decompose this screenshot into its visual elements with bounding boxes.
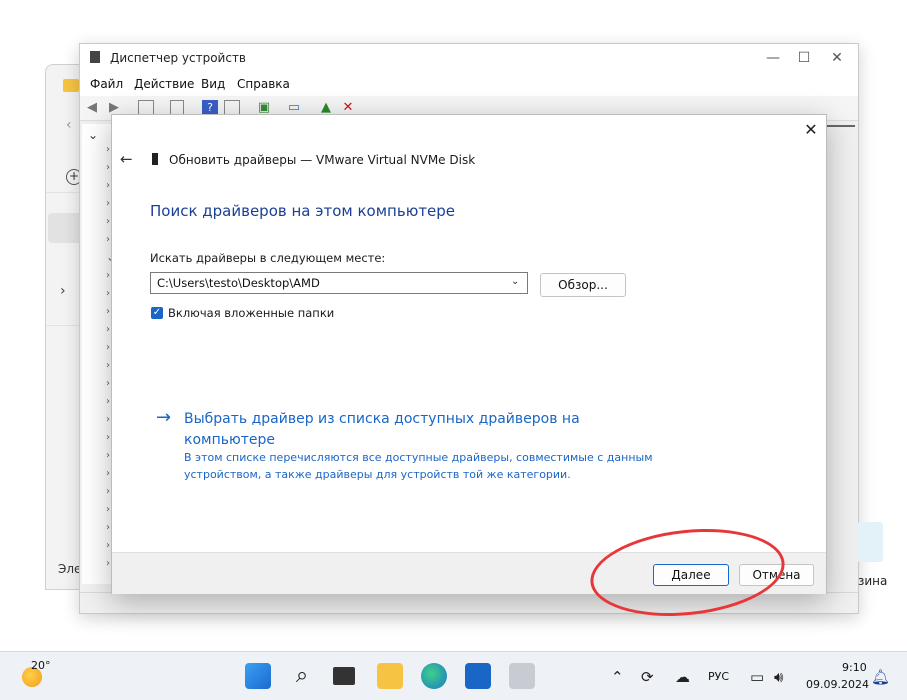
chevron-down-icon[interactable]: ⌄ <box>511 276 519 287</box>
microsoft-store-icon[interactable] <box>465 663 491 689</box>
recycle-bin-label: зина <box>858 574 888 588</box>
taskbar: 20° ⌕ ⌃ ⟳ ☁ РУС ▭ 🔊︎ 9:10 09.09.2024 🔔︎ <box>0 651 907 700</box>
menu-file[interactable]: Файл <box>90 77 123 91</box>
tree-node-chevron-icon[interactable]: › <box>106 270 110 281</box>
arrow-right-icon[interactable]: → <box>156 407 171 428</box>
path-combobox[interactable]: C:\Users\testo\Desktop\AMD ⌄ <box>150 272 528 294</box>
tree-node-chevron-icon[interactable]: › <box>106 216 110 227</box>
menu-help[interactable]: Справка <box>237 77 290 91</box>
search-icon[interactable]: ⌕ <box>289 663 315 689</box>
device-manager-icon <box>90 51 100 63</box>
back-icon[interactable]: ◀ <box>84 100 100 116</box>
search-location-label: Искать драйверы в следующем месте: <box>150 251 386 265</box>
page-heading: Поиск драйверов на этом компьютере <box>150 202 456 220</box>
folder-icon <box>63 79 79 92</box>
close-button[interactable]: ✕ <box>822 49 852 67</box>
tree-node-chevron-icon[interactable]: › <box>106 396 110 407</box>
weather-temperature[interactable]: 20° <box>31 659 51 672</box>
tree-node-chevron-icon[interactable]: › <box>106 360 110 371</box>
tree-node-chevron-icon[interactable]: › <box>106 288 110 299</box>
pick-driver-description: В этом списке перечисляются все доступны… <box>184 451 653 481</box>
tree-node-chevron-icon[interactable]: › <box>106 486 110 497</box>
title-bar: Диспетчер устройств — ☐ ✕ <box>80 44 858 72</box>
menu-view[interactable]: Вид <box>201 77 225 91</box>
pick-driver-link[interactable]: Выбрать драйвер из списка доступных драй… <box>184 409 614 451</box>
include-subfolders-checkbox[interactable]: ✓ <box>151 307 163 319</box>
tree-node-chevron-icon[interactable]: › <box>106 180 110 191</box>
volume-icon[interactable]: 🔊︎ <box>774 668 783 686</box>
path-value: C:\Users\testo\Desktop\AMD <box>157 276 320 290</box>
include-subfolders-label: Включая вложенные папки <box>168 306 335 320</box>
tree-node-chevron-icon[interactable]: › <box>106 198 110 209</box>
tree-node-chevron-icon[interactable]: › <box>106 306 110 317</box>
window-title: Диспетчер устройств <box>110 51 247 65</box>
tree-node-chevron-icon[interactable]: › <box>106 144 110 155</box>
menu-bar: Файл Действие Вид Справка <box>80 72 858 96</box>
clock-time[interactable]: 9:10 <box>842 661 867 674</box>
tree-node-chevron-icon[interactable]: › <box>106 414 110 425</box>
tree-node-chevron-icon[interactable]: › <box>106 378 110 389</box>
tree-node-chevron-icon[interactable]: › <box>106 234 110 245</box>
tree-node-chevron-icon[interactable]: › <box>106 468 110 479</box>
notifications-bell-icon[interactable]: 🔔︎ <box>871 668 890 686</box>
device-manager-taskbar-icon[interactable] <box>509 663 535 689</box>
recycle-bin-icon[interactable] <box>857 522 883 562</box>
divider <box>825 125 855 127</box>
network-icon[interactable]: ▭ <box>750 668 764 686</box>
chevron-right-icon[interactable]: › <box>60 283 66 299</box>
close-icon[interactable]: ✕ <box>802 121 820 139</box>
expand-chevron-icon[interactable]: ⌄ <box>88 128 98 142</box>
device-tree: ⌄ › › › › › › ⌄ › › › › › › › › › › › › … <box>82 124 116 584</box>
dialog-title: Обновить драйверы — VMware Virtual NVMe … <box>169 153 476 167</box>
menu-action[interactable]: Действие <box>134 77 194 91</box>
update-driver-dialog: ✕ ← Обновить драйверы — VMware Virtual N… <box>111 114 827 594</box>
start-windows-icon[interactable] <box>245 663 271 689</box>
explorer-footer-label: Эле <box>58 562 82 576</box>
minimize-button[interactable]: — <box>758 49 788 67</box>
chevron-up-icon[interactable]: ⌃ <box>611 668 624 686</box>
disk-device-icon <box>152 153 158 165</box>
file-explorer-icon[interactable] <box>377 663 403 689</box>
input-language[interactable]: РУС <box>708 670 729 683</box>
task-view-icon[interactable] <box>333 667 355 685</box>
maximize-button[interactable]: ☐ <box>789 49 819 67</box>
tree-node-chevron-icon[interactable]: › <box>106 522 110 533</box>
cloud-icon[interactable]: ☁ <box>675 668 690 686</box>
tree-node-chevron-icon[interactable]: › <box>106 324 110 335</box>
back-arrow-icon[interactable]: ← <box>120 150 133 168</box>
browse-button[interactable]: Обзор... <box>540 273 626 297</box>
tree-node-chevron-icon[interactable]: › <box>106 432 110 443</box>
back-arrow-icon[interactable]: ‹ <box>66 117 72 133</box>
edge-browser-icon[interactable] <box>421 663 447 689</box>
sync-icon[interactable]: ⟳ <box>641 668 654 686</box>
clock-date[interactable]: 09.09.2024 <box>806 678 869 691</box>
tree-node-chevron-icon[interactable]: › <box>106 540 110 551</box>
tree-node-chevron-icon[interactable]: › <box>106 162 110 173</box>
tree-node-chevron-icon[interactable]: › <box>106 450 110 461</box>
tree-node-chevron-icon[interactable]: › <box>106 504 110 515</box>
tree-node-chevron-icon[interactable]: › <box>106 558 110 569</box>
tree-node-chevron-icon[interactable]: › <box>106 342 110 353</box>
